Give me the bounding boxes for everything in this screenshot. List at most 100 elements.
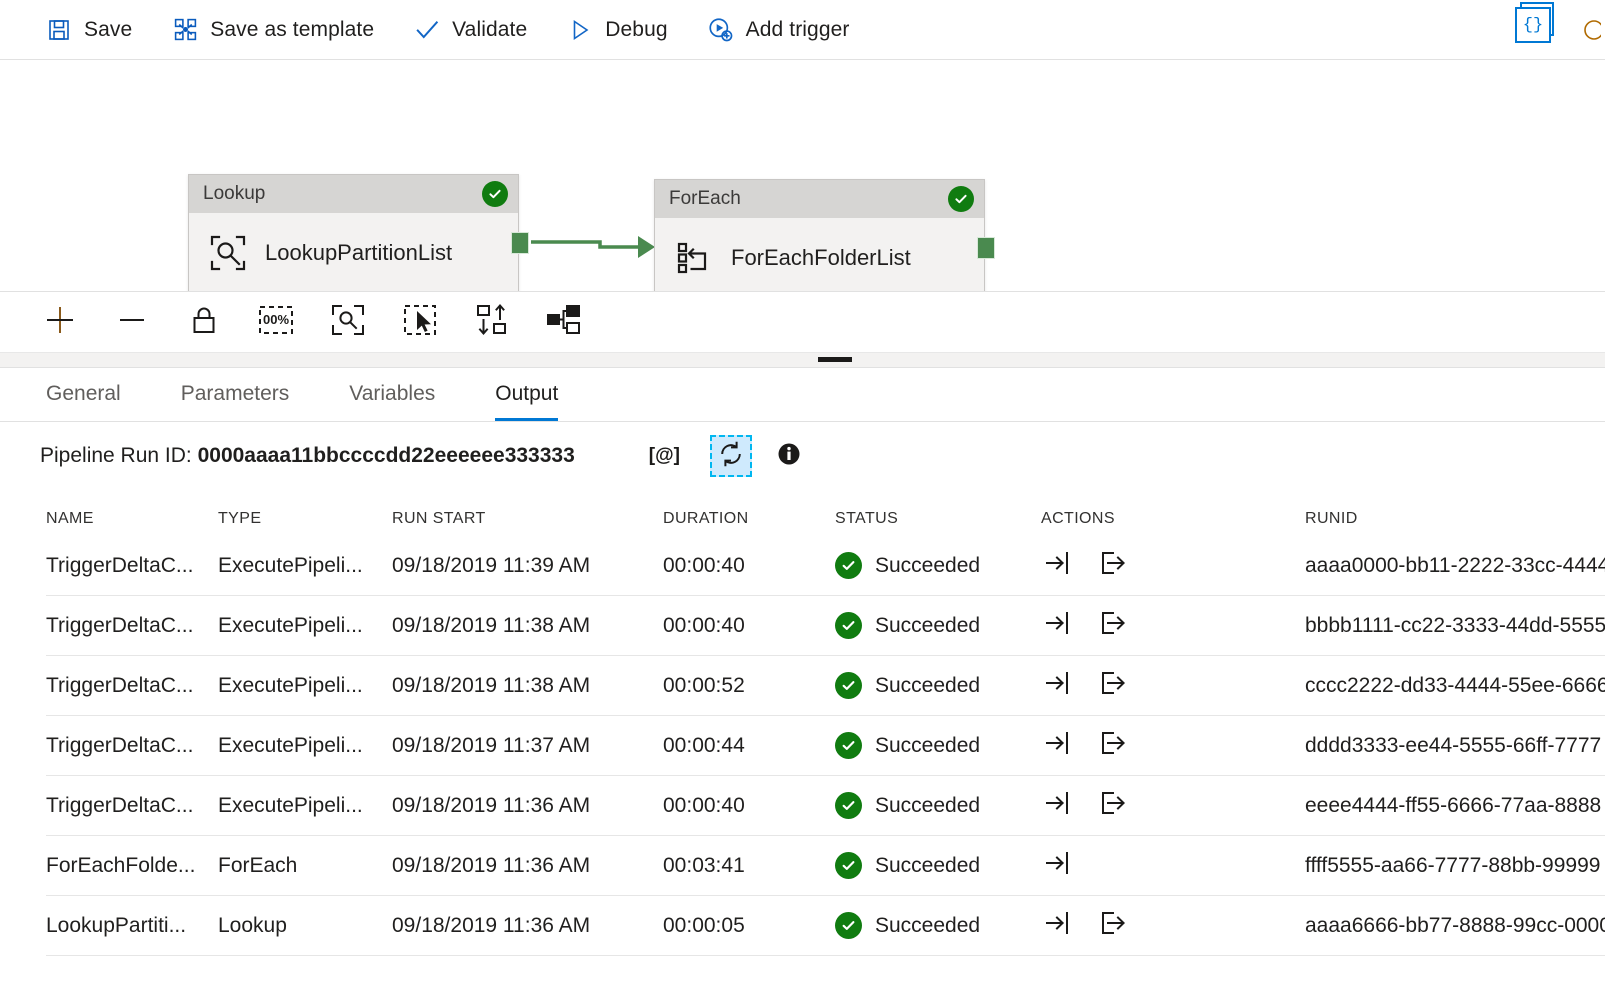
output-arrow-button[interactable] [1095, 669, 1129, 703]
expression-button[interactable]: [@] [649, 445, 680, 467]
input-arrow-button[interactable] [1041, 909, 1075, 943]
table-row[interactable]: ForEachFolde... ForEach 09/18/2019 11:36… [46, 836, 1605, 896]
node-output-anchor[interactable] [511, 232, 529, 254]
validate-button[interactable]: Validate [412, 7, 527, 53]
input-arrow-button[interactable] [1041, 849, 1075, 883]
refresh-icon [718, 441, 744, 472]
auto-layout-icon [546, 305, 582, 340]
table-row[interactable]: TriggerDeltaC... ExecutePipeli... 09/18/… [46, 536, 1605, 596]
cell-run-start: 09/18/2019 11:37 AM [392, 734, 663, 758]
output-arrow-icon [1099, 730, 1125, 762]
cell-duration: 00:00:05 [663, 914, 835, 938]
cell-name: TriggerDeltaC... [46, 734, 218, 758]
pipeline-node-foreach[interactable]: ForEach ForEachFolderList [654, 179, 985, 292]
pointer-select-icon [402, 303, 438, 342]
status-label: Succeeded [875, 734, 980, 758]
column-header-run-start: RUN START [392, 510, 663, 528]
toolbar-right-group: {} [1515, 0, 1605, 60]
cell-runid: bbbb1111-cc22-3333-44dd-5555 [1263, 614, 1605, 638]
node-name-label: ForEachFolderList [731, 245, 911, 271]
add-trigger-button[interactable]: Add trigger [706, 7, 850, 53]
checkmark-icon [412, 15, 442, 45]
cell-actions [1041, 849, 1263, 883]
cell-runid: aaaa6666-bb77-8888-99cc-0000 [1263, 914, 1605, 938]
panel-splitter[interactable] [0, 353, 1605, 368]
cell-name: TriggerDeltaC... [46, 614, 218, 638]
cell-actions [1041, 549, 1263, 583]
info-button[interactable] [776, 443, 802, 469]
output-arrow-icon [1099, 790, 1125, 822]
input-arrow-icon [1045, 850, 1071, 882]
lock-canvas-button[interactable] [182, 300, 226, 344]
status-succeeded-icon [835, 612, 862, 639]
zoom-out-button[interactable] [110, 300, 154, 344]
refresh-button[interactable] [710, 435, 752, 477]
cell-status: Succeeded [835, 912, 1041, 939]
table-header-row: NAME TYPE RUN START DURATION STATUS ACTI… [46, 490, 1605, 536]
save-as-template-icon [170, 15, 200, 45]
tab-variables[interactable]: Variables [349, 382, 435, 421]
input-arrow-button[interactable] [1041, 789, 1075, 823]
splitter-grip-handle[interactable] [818, 357, 852, 362]
table-row[interactable]: TriggerDeltaC... ExecutePipeli... 09/18/… [46, 776, 1605, 836]
code-view-button[interactable]: {} [1515, 7, 1561, 53]
zoom-to-fit-button[interactable] [326, 300, 370, 344]
input-arrow-button[interactable] [1041, 669, 1075, 703]
node-output-anchor[interactable] [977, 237, 995, 259]
cell-runid: dddd3333-ee44-5555-66ff-7777 [1263, 734, 1605, 758]
status-label: Succeeded [875, 674, 980, 698]
foreach-loop-icon [671, 235, 717, 281]
cell-name: TriggerDeltaC... [46, 554, 218, 578]
node-header-lookup: Lookup [189, 175, 518, 213]
lookup-magnifier-icon [205, 230, 251, 276]
cell-runid: ffff5555-aa66-7777-88bb-99999 [1263, 854, 1605, 878]
save-as-template-button[interactable]: Save as template [170, 7, 374, 53]
zoom-to-100-button[interactable]: 00% [254, 300, 298, 344]
output-arrow-icon [1099, 670, 1125, 702]
table-row[interactable]: LookupPartiti... Lookup 09/18/2019 11:36… [46, 896, 1605, 956]
pipeline-node-lookup[interactable]: Lookup LookupPartitionList [188, 174, 519, 292]
output-arrow-button[interactable] [1095, 909, 1129, 943]
table-row[interactable]: TriggerDeltaC... ExecutePipeli... 09/18/… [46, 656, 1605, 716]
tab-parameters[interactable]: Parameters [181, 382, 290, 421]
select-mode-button[interactable] [398, 300, 442, 344]
toolbar-overflow-icon[interactable] [1579, 15, 1601, 45]
output-arrow-button[interactable] [1095, 789, 1129, 823]
cell-type: ExecutePipeli... [218, 794, 392, 818]
code-braces-icon: {} [1515, 7, 1551, 43]
zoom-in-button[interactable] [38, 300, 82, 344]
node-name-label: LookupPartitionList [265, 240, 452, 266]
column-header-status: STATUS [835, 510, 1041, 528]
details-tabs: General Parameters Variables Output [0, 368, 1605, 422]
input-arrow-button[interactable] [1041, 729, 1075, 763]
save-button[interactable]: Save [44, 7, 132, 53]
zoom-100-percent-label: 00% [258, 304, 294, 336]
cell-actions [1041, 669, 1263, 703]
zoom-100-percent-icon: 00% [258, 304, 294, 341]
debug-button[interactable]: Debug [565, 7, 667, 53]
auto-layout-button[interactable] [542, 300, 586, 344]
table-row[interactable]: TriggerDeltaC... ExecutePipeli... 09/18/… [46, 596, 1605, 656]
output-arrow-button[interactable] [1095, 549, 1129, 583]
cell-name: LookupPartiti... [46, 914, 218, 938]
tab-general[interactable]: General [46, 382, 121, 421]
cell-runid: cccc2222-dd33-4444-55ee-6666 [1263, 674, 1605, 698]
auto-align-button[interactable] [470, 300, 514, 344]
status-succeeded-icon [835, 912, 862, 939]
output-arrow-button[interactable] [1095, 609, 1129, 643]
column-header-duration: DURATION [663, 510, 835, 528]
pipeline-canvas[interactable]: Lookup LookupPartitionList ForEach [0, 60, 1605, 292]
cell-actions [1041, 609, 1263, 643]
tab-output[interactable]: Output [495, 382, 558, 421]
cell-actions [1041, 909, 1263, 943]
output-arrow-button[interactable] [1095, 729, 1129, 763]
status-label: Succeeded [875, 854, 980, 878]
input-arrow-button[interactable] [1041, 609, 1075, 643]
cell-status: Succeeded [835, 732, 1041, 759]
output-arrow-icon [1099, 550, 1125, 582]
input-arrow-icon [1045, 550, 1071, 582]
table-row[interactable]: TriggerDeltaC... ExecutePipeli... 09/18/… [46, 716, 1605, 776]
input-arrow-button[interactable] [1041, 549, 1075, 583]
save-icon [44, 15, 74, 45]
pipeline-run-id-text: Pipeline Run ID: 0000aaaa11bbccccdd22eee… [40, 444, 575, 468]
